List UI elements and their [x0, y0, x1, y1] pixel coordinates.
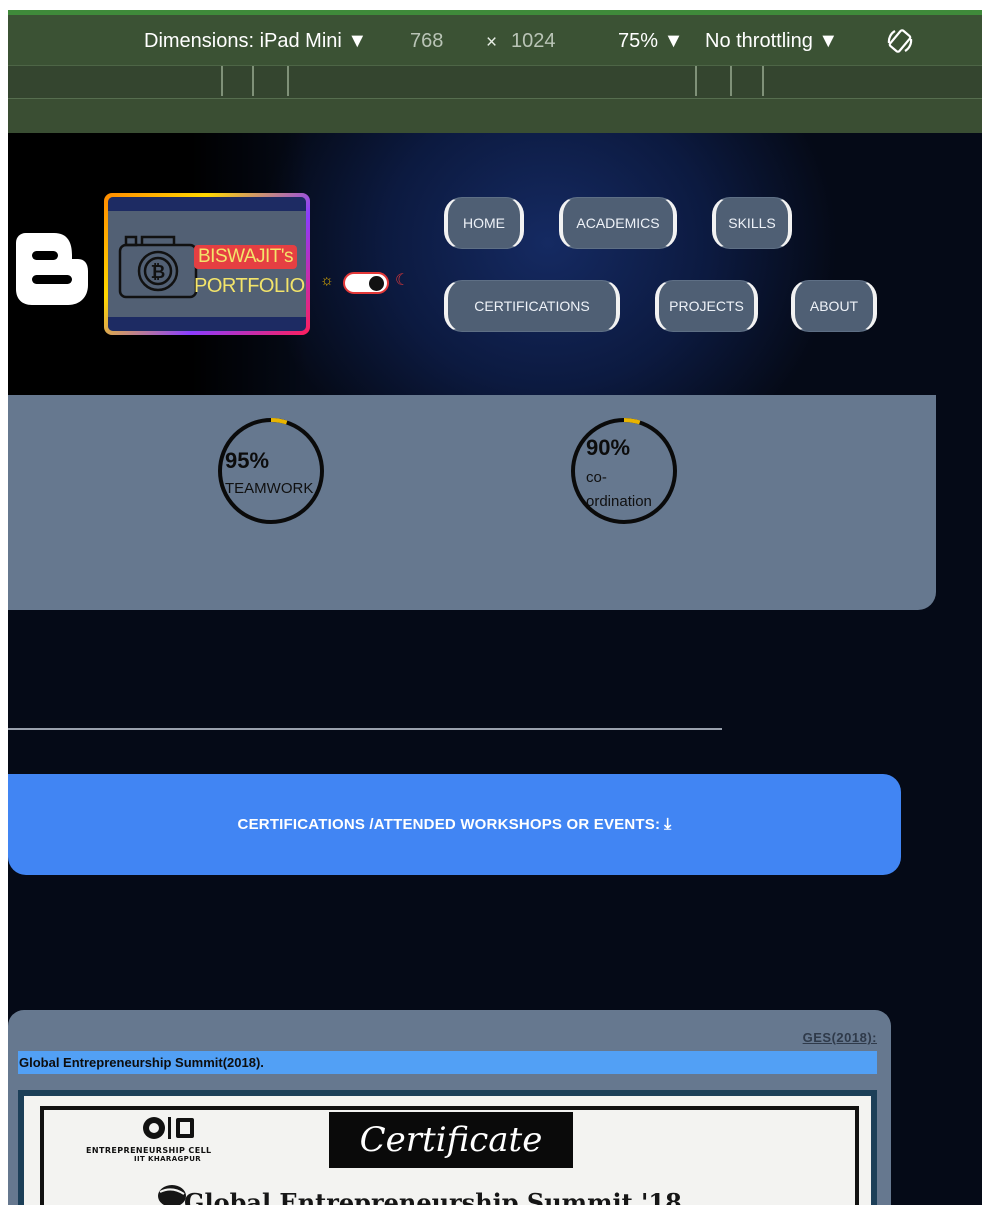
width-input[interactable]: 768 [410, 30, 443, 53]
zoom-dropdown[interactable]: 75% ▼ [618, 30, 683, 53]
certificate-card: GES(2018): Global Entrepreneurship Summi… [8, 1010, 891, 1205]
devtools-device-toolbar: Dimensions: iPad Mini ▼ 768 × 1024 75% ▼… [8, 10, 982, 65]
camera-bitcoin-icon: ₿ [118, 235, 198, 299]
svg-text:₿: ₿ [151, 262, 166, 283]
certifications-heading: CERTIFICATIONS /ATTENDED WORKSHOPS OR EV… [237, 816, 661, 833]
section-divider [8, 728, 722, 730]
theme-toggle[interactable]: ☼ ☾ [320, 270, 415, 294]
certificate-image[interactable]: ENTREPRENEURSHIP CELL IIT KHARAGPUR Cert… [18, 1090, 877, 1205]
height-input[interactable]: 1024 [511, 30, 556, 53]
logo-title: BISWAJIT's [194, 245, 298, 269]
nav-certifications-button[interactable]: CERTIFICATIONS [444, 280, 620, 332]
throttling-dropdown[interactable]: No throttling ▼ [705, 30, 838, 53]
certificate-org-line1: ENTREPRENEURSHIP CELL [86, 1146, 212, 1155]
times-icon: × [486, 32, 498, 53]
certificate-badge: Certificate [329, 1112, 573, 1168]
theme-switch[interactable] [343, 272, 389, 294]
moon-icon: ☾ [395, 272, 410, 289]
nav-academics-button[interactable]: ACADEMICS [559, 197, 677, 249]
logo-subtitle: PORTFOLIO [194, 275, 305, 297]
nav-skills-button[interactable]: SKILLS [712, 197, 792, 249]
portfolio-logo[interactable]: ₿ BISWAJIT's PORTFOLIO [104, 193, 310, 335]
skills-panel: 95% TEAMWORK 90% co-ordination [8, 395, 936, 610]
site-header: ₿ BISWAJIT's PORTFOLIO ☼ ☾ HOME ACADEMIC… [8, 133, 982, 395]
certificate-event-title: Global Entrepreneurship Summit '18 [184, 1188, 682, 1205]
blogger-icon[interactable] [12, 227, 94, 309]
skill-label: co-ordination [586, 469, 652, 510]
certificate-title: Global Entrepreneurship Summit(2018). [18, 1051, 877, 1074]
skill-label: TEAMWORK [225, 480, 314, 497]
certifications-banner[interactable]: CERTIFICATIONS /ATTENDED WORKSHOPS OR EV… [8, 774, 901, 875]
skill-percent: 90% [586, 435, 631, 460]
devtools-media-bar [8, 98, 982, 133]
dimensions-dropdown[interactable]: Dimensions: iPad Mini ▼ [144, 30, 367, 53]
nav-projects-button[interactable]: PROJECTS [655, 280, 758, 332]
download-icon[interactable]: ⤓ [664, 816, 671, 834]
rotate-device-icon[interactable] [884, 25, 918, 59]
nav-home-button[interactable]: HOME [444, 197, 524, 249]
skill-percent: 95% [225, 448, 270, 473]
ges-2018-link[interactable]: GES(2018): [803, 1030, 877, 1045]
page-viewport: ₿ BISWAJIT's PORTFOLIO ☼ ☾ HOME ACADEMIC… [8, 133, 982, 1205]
nav-about-button[interactable]: ABOUT [791, 280, 877, 332]
sun-icon: ☼ [320, 272, 334, 289]
certificate-org-line2: IIT KHARAGPUR [134, 1155, 202, 1163]
devtools-ruler [8, 65, 982, 98]
